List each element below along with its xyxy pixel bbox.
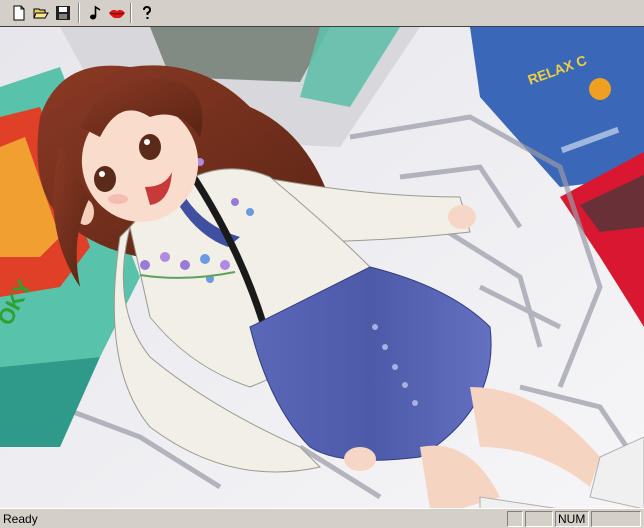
left-eye: [94, 166, 116, 192]
voice-button[interactable]: [106, 2, 128, 24]
toolbar: [0, 0, 644, 27]
music-button[interactable]: [84, 2, 106, 24]
anime-illustration: RELAX C OKY: [0, 27, 644, 509]
image-canvas: RELAX C OKY: [0, 26, 644, 509]
blush: [108, 194, 128, 204]
eye-highlight: [144, 139, 150, 145]
save-button[interactable]: [52, 2, 74, 24]
help-button[interactable]: [136, 2, 158, 24]
status-pane-2: [525, 511, 553, 527]
open-button[interactable]: [30, 2, 52, 24]
status-pane-1: [507, 511, 523, 527]
open-folder-icon: [33, 8, 49, 19]
status-pane-4: [591, 511, 641, 527]
music-note-icon: [90, 5, 101, 20]
right-hand: [448, 205, 476, 229]
toolbar-separator: [130, 3, 132, 23]
sign-orange-ball: [589, 78, 611, 100]
new-document-button[interactable]: [8, 2, 30, 24]
help-question-icon: [143, 5, 152, 19]
new-document-icon: [13, 5, 25, 21]
status-bar: Ready NUM: [0, 508, 644, 528]
toolbar-separator: [78, 3, 80, 23]
eye-highlight: [99, 171, 105, 177]
left-hand: [344, 447, 376, 471]
status-text: Ready: [3, 512, 38, 526]
floppy-disk-icon: [56, 6, 70, 20]
right-eye: [139, 134, 161, 160]
status-pane-num: NUM: [555, 511, 589, 527]
lips-icon: [109, 9, 125, 19]
